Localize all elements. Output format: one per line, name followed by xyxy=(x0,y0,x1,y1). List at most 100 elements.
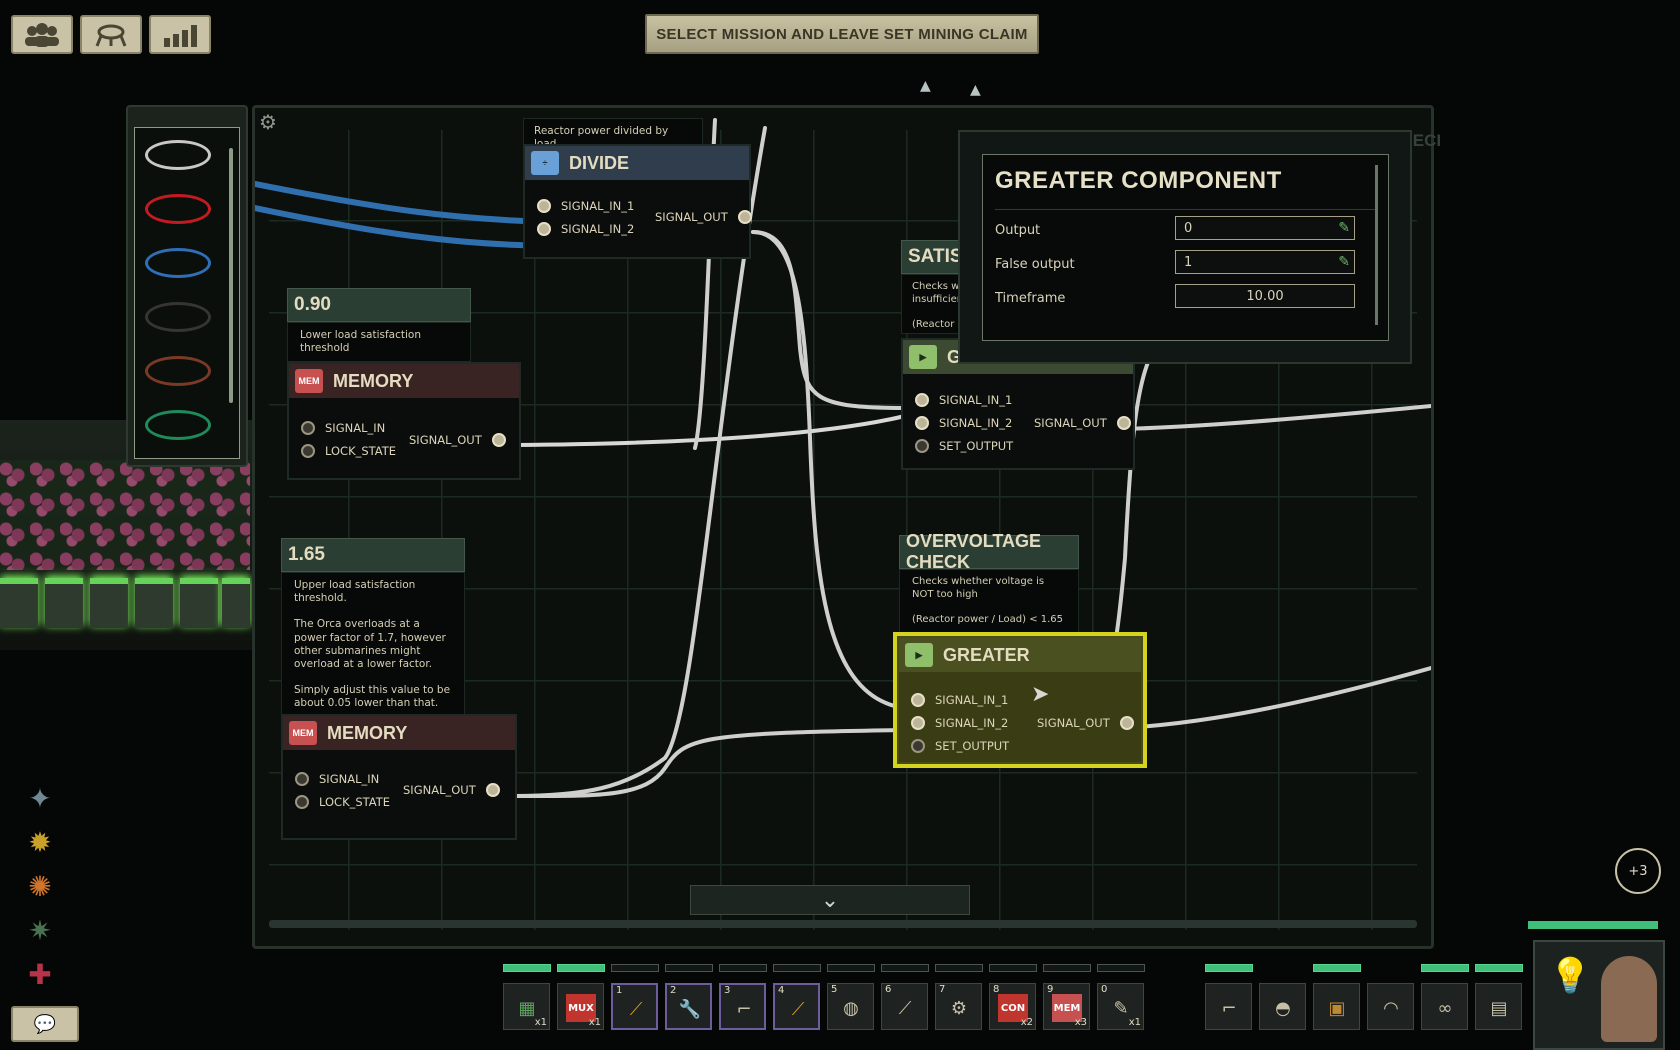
pin-label: SIGNAL_OUT xyxy=(1037,716,1110,730)
arrow-up-icon[interactable]: ▲ xyxy=(970,82,981,98)
stats-icon xyxy=(164,24,197,47)
headset-icon: ◠ xyxy=(1383,997,1399,1019)
equip-slot[interactable]: ▣ xyxy=(1313,983,1360,1030)
memory-lower-signal-out[interactable]: SIGNAL_OUT xyxy=(409,433,506,447)
pin-label: SIGNAL_IN_2 xyxy=(561,222,635,236)
greater-signal-in-2[interactable]: SIGNAL_IN_2 xyxy=(911,716,1008,730)
medical-icon[interactable]: ✚ xyxy=(20,954,60,994)
skill-icon-1[interactable]: ✦ xyxy=(20,778,60,818)
goggles-icon: ∞ xyxy=(1437,997,1453,1019)
properties-scrollbar[interactable] xyxy=(1375,165,1378,325)
arrow-up-icon[interactable]: ▲ xyxy=(920,78,931,94)
slot-count: x1 xyxy=(1128,1017,1141,1028)
hotbar-slot[interactable]: 4 ⟋ xyxy=(773,983,820,1030)
palette-scrollbar[interactable] xyxy=(229,148,233,403)
chat-button[interactable]: 💬 xyxy=(11,1006,79,1042)
greater-signal-out[interactable]: SIGNAL_OUT xyxy=(1037,716,1134,730)
memory-chip-icon: MEM xyxy=(295,369,323,393)
pin-label: SIGNAL_OUT xyxy=(403,783,476,797)
mission-button[interactable] xyxy=(80,15,142,54)
divide-component[interactable]: ÷ DIVIDE SIGNAL_IN_1 SIGNAL_IN_2 SIGNAL_… xyxy=(523,144,752,259)
memory-upper-signal-in[interactable]: SIGNAL_IN xyxy=(295,772,379,786)
pin-label: SIGNAL_IN_1 xyxy=(939,393,1013,407)
pencil-icon[interactable]: ✎ xyxy=(1338,220,1350,236)
greater-top-signal-in-2[interactable]: SIGNAL_IN_2 xyxy=(915,416,1012,430)
hotbar-slot[interactable]: 8 CON x2 xyxy=(989,983,1036,1030)
wire-brown[interactable] xyxy=(145,356,211,386)
wire-blue[interactable] xyxy=(145,248,211,278)
slot-bar xyxy=(989,964,1037,972)
hotbar-slot[interactable]: 2 🔧 xyxy=(665,983,712,1030)
skill-icon-2[interactable]: ✹ xyxy=(20,822,60,862)
hotbar-slot[interactable]: 7 ⚙ xyxy=(935,983,982,1030)
greater-set-output[interactable]: SET_OUTPUT xyxy=(911,739,1009,753)
hotbar-slot[interactable]: MUX x1 xyxy=(557,983,604,1030)
slot-bar xyxy=(1313,964,1361,972)
equip-slot[interactable]: ◠ xyxy=(1367,983,1414,1030)
avatar xyxy=(1601,956,1657,1042)
equip-slot[interactable]: ▤ xyxy=(1475,983,1522,1030)
false-output-label: False output xyxy=(995,257,1075,272)
editor-scrollbar[interactable] xyxy=(269,920,1417,928)
divide-signal-out[interactable]: SIGNAL_OUT xyxy=(655,210,752,224)
hotbar-slot[interactable]: 1 ⟋ xyxy=(611,983,658,1030)
greater-top-signal-in-1[interactable]: SIGNAL_IN_1 xyxy=(915,393,1012,407)
mission-icon xyxy=(95,24,127,47)
greater-signal-in-1[interactable]: SIGNAL_IN_1 xyxy=(911,693,1008,707)
collapse-button[interactable]: ⌄ xyxy=(690,885,970,915)
greater-top-set-output[interactable]: SET_OUTPUT xyxy=(915,439,1013,453)
memory-lower-lock-state[interactable]: LOCK_STATE xyxy=(301,444,396,458)
hotbar-slot[interactable]: 0 ✎ x1 xyxy=(1097,983,1144,1030)
hotbar-slot[interactable]: 5 ◍ xyxy=(827,983,874,1030)
character-portrait[interactable]: 💡 xyxy=(1533,940,1665,1050)
wire-red[interactable] xyxy=(145,194,211,224)
wire-white[interactable] xyxy=(145,140,211,170)
skill-icon-4[interactable]: ✷ xyxy=(20,910,60,950)
greater-top-signal-out[interactable]: SIGNAL_OUT xyxy=(1034,416,1131,430)
greater-component-selected[interactable]: ▶ GREATER SIGNAL_IN_1 SIGNAL_IN_2 SET_OU… xyxy=(893,632,1147,768)
equip-slot[interactable]: ∞ xyxy=(1421,983,1468,1030)
output-field[interactable]: 0 ✎ xyxy=(1175,216,1355,240)
memory-lower-signal-in[interactable]: SIGNAL_IN xyxy=(301,421,385,435)
pin-label: SIGNAL_IN_1 xyxy=(935,693,1009,707)
slot-bar xyxy=(557,964,605,972)
slot-bar xyxy=(503,964,551,972)
select-mission-button[interactable]: SELECT MISSION AND LEAVE SET MINING CLAI… xyxy=(645,14,1039,54)
divide-description: Reactor power divided by load xyxy=(523,118,703,150)
memory-component-lower[interactable]: MEM MEMORY SIGNAL_IN LOCK_STATE SIGNAL_O… xyxy=(287,362,521,480)
hotbar-slot[interactable]: 3 ⌐ xyxy=(719,983,766,1030)
fire-icon[interactable]: ✺ xyxy=(20,866,60,906)
crew-button[interactable] xyxy=(11,15,73,54)
memory-upper-signal-out[interactable]: SIGNAL_OUT xyxy=(403,783,500,797)
false-output-field[interactable]: 1 ✎ xyxy=(1175,250,1355,274)
slot-bar xyxy=(773,964,821,972)
flashlight-icon: ⟋ xyxy=(898,997,912,1019)
wire-black[interactable] xyxy=(145,302,211,332)
hotbar-slot[interactable]: 6 ⟋ xyxy=(881,983,928,1030)
slot-bar xyxy=(719,964,767,972)
pin-label: LOCK_STATE xyxy=(325,444,397,458)
pin-label: LOCK_STATE xyxy=(319,795,391,809)
upper-threshold-value[interactable]: 1.65 xyxy=(281,538,465,572)
pencil-icon[interactable]: ✎ xyxy=(1338,254,1350,270)
divide-signal-in-2[interactable]: SIGNAL_IN_2 xyxy=(537,222,634,236)
hotbar-slot[interactable]: 9 MEM x3 xyxy=(1043,983,1090,1030)
upper-threshold-description: Upper load satisfaction threshold. The Or… xyxy=(281,572,465,722)
memory-component-upper[interactable]: MEM MEMORY SIGNAL_IN LOCK_STATE SIGNAL_O… xyxy=(281,714,517,840)
more-crew-button[interactable]: +3 xyxy=(1615,848,1661,894)
wire-palette xyxy=(126,105,248,467)
stats-button[interactable] xyxy=(149,15,211,54)
memory-header: MEM MEMORY xyxy=(283,716,515,750)
equip-slot[interactable]: ⌐ xyxy=(1205,983,1252,1030)
lower-threshold-value[interactable]: 0.90 xyxy=(287,288,471,322)
divide-signal-in-1[interactable]: SIGNAL_IN_1 xyxy=(537,199,634,213)
memory-header: MEM MEMORY xyxy=(289,364,519,398)
timeframe-field[interactable]: 10.00 xyxy=(1175,284,1355,308)
pin-label: SET_OUTPUT xyxy=(935,739,1010,753)
wire-green[interactable] xyxy=(145,410,211,440)
memory-upper-lock-state[interactable]: LOCK_STATE xyxy=(295,795,390,809)
equip-slot[interactable]: ◓ xyxy=(1259,983,1306,1030)
hotbar-slot[interactable]: ▦ x1 xyxy=(503,983,550,1030)
pin-label: SIGNAL_IN_2 xyxy=(935,716,1009,730)
pin-label: SIGNAL_IN_1 xyxy=(561,199,635,213)
